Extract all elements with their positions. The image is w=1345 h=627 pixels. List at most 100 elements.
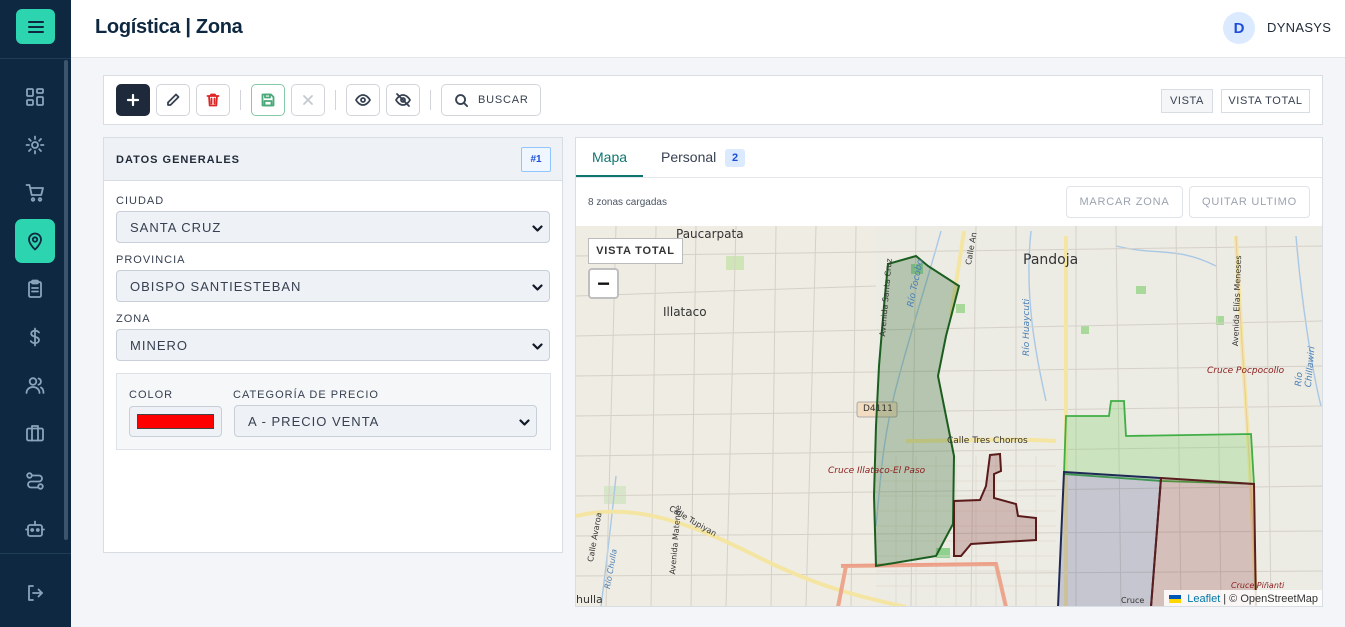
provincia-value: OBISPO SANTIESTEBAN: [130, 278, 302, 294]
zoom-out-button[interactable]: −: [588, 268, 619, 299]
map-view[interactable]: Paucarpata Illataco Pandoja Cruce Pocpoc…: [576, 226, 1322, 606]
color-label: COLOR: [129, 389, 174, 401]
menu-toggle-button[interactable]: [16, 9, 55, 44]
show-button[interactable]: [346, 84, 380, 116]
toolbar-separator: [240, 90, 241, 110]
save-icon: [261, 93, 275, 107]
map-label-cruce-pinanti: Cruce Piñanti: [1231, 581, 1285, 590]
eye-icon: [355, 94, 371, 106]
close-icon: [303, 95, 313, 105]
provincia-label: PROVINCIA: [116, 254, 186, 266]
gear-icon: [25, 135, 45, 155]
logout-icon: [28, 585, 43, 601]
map-label-chulla: hulla: [576, 593, 603, 606]
chevron-down-icon: [532, 222, 543, 233]
chevron-down-icon: [519, 416, 530, 427]
username[interactable]: DYNASYS: [1267, 20, 1331, 35]
sidebar-scrollbar[interactable]: [64, 60, 68, 540]
grid-icon: [26, 88, 44, 106]
hamburger-icon: [27, 20, 44, 33]
record-badge: #1: [521, 147, 551, 172]
search-button[interactable]: BUSCAR: [441, 84, 541, 116]
panel-title: DATOS GENERALES: [116, 154, 240, 166]
hide-button[interactable]: [386, 84, 420, 116]
color-category-box: COLOR CATEGORÍA DE PRECIO A - PRECIO VEN…: [116, 373, 551, 450]
toolbar-separator: [430, 90, 431, 110]
route-icon: [26, 472, 44, 490]
map-label-calle-tres-chorros: Calle Tres Chorros: [947, 436, 1028, 446]
vista-button[interactable]: VISTA: [1161, 89, 1213, 113]
map-vista-total-button[interactable]: VISTA TOTAL: [588, 238, 683, 264]
map-label-paucarpata: Paucarpata: [676, 227, 744, 241]
save-button[interactable]: [251, 84, 285, 116]
mark-zone-button[interactable]: MARCAR ZONA: [1066, 186, 1183, 218]
delete-button[interactable]: [196, 84, 230, 116]
tabs-divider: [576, 177, 1322, 178]
avatar[interactable]: D: [1223, 12, 1255, 44]
clipboard-icon: [28, 279, 42, 298]
personal-count-badge: 2: [725, 149, 745, 167]
toolbar: BUSCAR VISTA VISTA TOTAL: [103, 75, 1323, 125]
zona-label: ZONA: [116, 313, 151, 325]
map-label-cruce-pocpocollo: Cruce Pocpocollo: [1207, 366, 1285, 376]
map-label-rio-chillawiri: Río Chillawiri: [1294, 345, 1318, 388]
cart-icon: [25, 184, 44, 202]
map-tiles: [576, 226, 1322, 606]
dollar-icon: [29, 327, 40, 347]
chevron-down-icon: [532, 340, 543, 351]
ukraine-flag-icon: [1169, 594, 1182, 603]
trash-icon: [206, 93, 220, 107]
categoria-select[interactable]: A - PRECIO VENTA: [234, 405, 537, 437]
cancel-button[interactable]: [291, 84, 325, 116]
map-pin-icon: [28, 232, 42, 251]
map-label-cruce: Cruce: [1121, 596, 1145, 605]
sidebar-item-logistics[interactable]: [15, 219, 55, 263]
page-title: Logística | Zona: [95, 16, 243, 38]
categoria-value: A - PRECIO VENTA: [248, 413, 380, 429]
sidebar-divider: [0, 553, 71, 554]
panel-header: DATOS GENERALES #1: [104, 138, 562, 181]
tab-mapa[interactable]: Mapa: [592, 149, 627, 165]
ciudad-value: SANTA CRUZ: [130, 219, 222, 235]
map-label-rio-huaycuti: Río Huaycuti: [1022, 298, 1032, 356]
sidebar-item-logout[interactable]: [15, 573, 55, 613]
zona-value: MINERO: [130, 337, 188, 353]
plus-icon: [126, 93, 140, 107]
search-button-label: BUSCAR: [478, 94, 529, 106]
tab-personal[interactable]: Personal: [661, 149, 716, 165]
top-header: Logística | Zona D DYNASYS: [71, 0, 1345, 58]
vista-total-button[interactable]: VISTA TOTAL: [1221, 89, 1310, 113]
zones-loaded-status: 8 zonas cargadas: [588, 197, 667, 208]
sidebar-item-routes[interactable]: [15, 461, 55, 501]
robot-icon: [25, 520, 45, 537]
chevron-down-icon: [532, 281, 543, 292]
toolbar-separator: [335, 90, 336, 110]
sidebar-item-briefcase[interactable]: [15, 413, 55, 453]
ciudad-select[interactable]: SANTA CRUZ: [116, 211, 550, 243]
osm-attribution[interactable]: | © OpenStreetMap: [1223, 593, 1318, 605]
sidebar-item-cart[interactable]: [15, 173, 55, 213]
leaflet-link[interactable]: Leaflet: [1187, 593, 1220, 605]
map-attribution: Leaflet | © OpenStreetMap: [1164, 590, 1322, 606]
add-button[interactable]: [116, 84, 150, 116]
sidebar-item-settings[interactable]: [15, 125, 55, 165]
map-label-d4111: D4111: [863, 404, 893, 414]
sidebar-item-users[interactable]: [15, 365, 55, 405]
map-panel: Mapa Personal 2 8 zonas cargadas MARCAR …: [575, 137, 1323, 607]
users-icon: [25, 377, 45, 394]
remove-last-button[interactable]: QUITAR ULTIMO: [1189, 186, 1310, 218]
map-label-cruce-illataco: Cruce Illataco-El Paso: [828, 466, 926, 476]
zona-select[interactable]: MINERO: [116, 329, 550, 361]
edit-button[interactable]: [156, 84, 190, 116]
sidebar-item-dashboard[interactable]: [15, 77, 55, 117]
sidebar-item-finance[interactable]: [15, 317, 55, 357]
provincia-select[interactable]: OBISPO SANTIESTEBAN: [116, 270, 550, 302]
color-picker[interactable]: [129, 406, 222, 437]
map-label-pandoja: Pandoja: [1023, 252, 1079, 268]
eye-off-icon: [395, 93, 411, 107]
sidebar-item-clipboard[interactable]: [15, 269, 55, 309]
sidebar-item-bot[interactable]: [15, 509, 55, 549]
map-label-illataco: Illataco: [663, 305, 707, 319]
general-data-panel: DATOS GENERALES #1 CIUDAD SANTA CRUZ PRO…: [103, 137, 563, 553]
pencil-icon: [167, 93, 180, 106]
